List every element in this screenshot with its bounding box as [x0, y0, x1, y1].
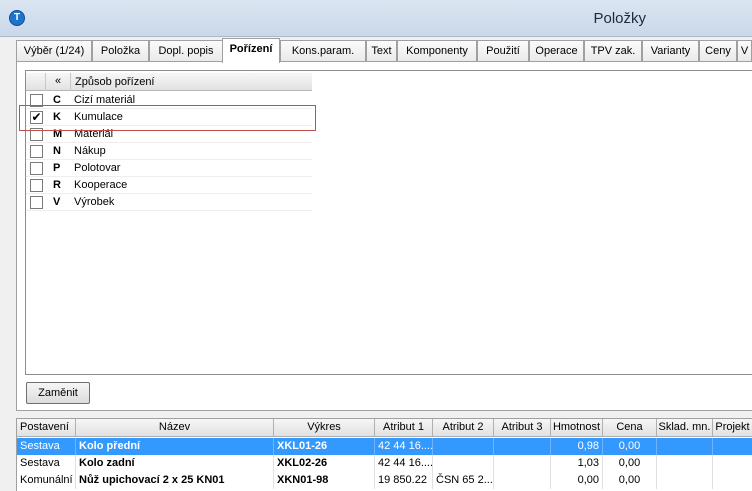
- tab-v[interactable]: V: [737, 40, 752, 62]
- tab-polozka[interactable]: Položka: [92, 40, 149, 62]
- cell-cena: 0,00: [603, 438, 657, 455]
- tab-text[interactable]: Text: [366, 40, 397, 62]
- cell-postaveni: Sestava: [17, 455, 76, 472]
- method-row[interactable]: P Polotovar: [26, 160, 312, 177]
- cell-projekt: [713, 455, 752, 472]
- tab-operace[interactable]: Operace: [529, 40, 584, 62]
- table-row[interactable]: Komunální na Nůž upichovací 2 x 25 KN01 …: [17, 472, 752, 489]
- tab-ceny[interactable]: Ceny: [699, 40, 737, 62]
- header-name-column[interactable]: Způsob pořízení: [75, 73, 155, 91]
- col-header-projekt[interactable]: Projekt: [713, 419, 752, 437]
- cell-projekt: [713, 472, 752, 489]
- cell-vykres: XKL01-26: [274, 438, 375, 455]
- tab-kons-param[interactable]: Kons.param.: [280, 40, 366, 62]
- method-code: P: [53, 162, 61, 174]
- header-check-column: [26, 73, 46, 91]
- table-row[interactable]: Sestava Kolo zadní XKL02-26 42 44 16....…: [17, 455, 752, 472]
- items-grid[interactable]: Postavení Název Výkres Atribut 1 Atribut…: [16, 418, 752, 491]
- method-checkbox[interactable]: [30, 162, 43, 175]
- tab-tpv-zak[interactable]: TPV zak.: [584, 40, 642, 62]
- method-row[interactable]: V Výrobek: [26, 194, 312, 211]
- cell-atribut-2: ČSN 65 2...: [433, 472, 494, 489]
- cell-vykres: XKN01-98: [274, 472, 375, 489]
- method-name: Kooperace: [74, 179, 128, 191]
- col-header-atribut-2[interactable]: Atribut 2: [433, 419, 494, 437]
- method-checkbox[interactable]: [30, 196, 43, 209]
- method-code: R: [53, 179, 61, 191]
- method-list-header: « Způsob pořízení: [26, 73, 312, 91]
- method-name: Nákup: [74, 145, 106, 157]
- cell-atribut-2: [433, 438, 494, 455]
- cell-sklad-mn: [657, 438, 713, 455]
- cell-hmotnost: 0,00: [551, 472, 603, 489]
- tab-komponenty[interactable]: Komponenty: [397, 40, 477, 62]
- method-name: Polotovar: [74, 162, 121, 174]
- cell-hmotnost: 1,03: [551, 455, 603, 472]
- method-row[interactable]: R Kooperace: [26, 177, 312, 194]
- col-header-vykres[interactable]: Výkres: [274, 419, 375, 437]
- col-header-cena[interactable]: Cena: [603, 419, 657, 437]
- replace-button[interactable]: Zaměnit: [26, 382, 90, 404]
- col-header-hmotnost[interactable]: Hmotnost: [551, 419, 603, 437]
- col-header-nazev[interactable]: Název: [76, 419, 274, 437]
- cell-sklad-mn: [657, 455, 713, 472]
- cell-atribut-3: [494, 438, 551, 455]
- cell-postaveni: Sestava: [17, 438, 76, 455]
- cell-atribut-3: [494, 472, 551, 489]
- cell-atribut-1: 19 850.22: [375, 472, 433, 489]
- cell-cena: 0,00: [603, 472, 657, 489]
- method-row[interactable]: N Nákup: [26, 143, 312, 160]
- tab-pouziti[interactable]: Použití: [477, 40, 529, 62]
- cell-atribut-1: 42 44 16....: [375, 455, 433, 472]
- tab-varianty[interactable]: Varianty: [642, 40, 699, 62]
- method-code: N: [53, 145, 61, 157]
- collapse-toggle[interactable]: «: [46, 73, 71, 91]
- title-bar: T Položky: [0, 0, 752, 37]
- col-header-sklad-mn[interactable]: Sklad. mn.: [657, 419, 713, 437]
- cell-atribut-1: 42 44 16....: [375, 438, 433, 455]
- cell-vykres: XKL02-26: [274, 455, 375, 472]
- cell-nazev: Kolo zadní: [76, 455, 274, 472]
- window-title: Položky: [593, 10, 646, 27]
- cell-postaveni: Komunální na: [17, 472, 76, 489]
- col-header-postaveni[interactable]: Postavení: [17, 419, 76, 437]
- method-checkbox[interactable]: [30, 179, 43, 192]
- tab-porizeni[interactable]: Pořízení: [222, 38, 280, 63]
- cell-hmotnost: 0,98: [551, 438, 603, 455]
- cell-atribut-3: [494, 455, 551, 472]
- method-name: Výrobek: [74, 196, 115, 208]
- col-header-atribut-3[interactable]: Atribut 3: [494, 419, 551, 437]
- method-checkbox[interactable]: [30, 145, 43, 158]
- method-code: V: [53, 196, 61, 208]
- tab-vyber[interactable]: Výběr (1/24): [16, 40, 92, 62]
- cell-cena: 0,00: [603, 455, 657, 472]
- highlight-box: [19, 105, 316, 131]
- app-logo-icon[interactable]: T: [9, 10, 25, 26]
- tab-dopl-popis[interactable]: Dopl. popis: [149, 40, 223, 62]
- cell-nazev: Nůž upichovací 2 x 25 KN01: [76, 472, 274, 489]
- cell-nazev: Kolo přední: [76, 438, 274, 455]
- porizeni-panel: « Způsob pořízení C Cizí materiál ✔ K Ku…: [16, 61, 752, 411]
- col-header-atribut-1[interactable]: Atribut 1: [375, 419, 433, 437]
- tab-strip: Výběr (1/24) Položka Dopl. popis Pořízen…: [16, 38, 752, 63]
- cell-sklad-mn: [657, 472, 713, 489]
- cell-projekt: [713, 438, 752, 455]
- cell-atribut-2: [433, 455, 494, 472]
- table-row[interactable]: Sestava Kolo přední XKL01-26 42 44 16...…: [17, 438, 752, 455]
